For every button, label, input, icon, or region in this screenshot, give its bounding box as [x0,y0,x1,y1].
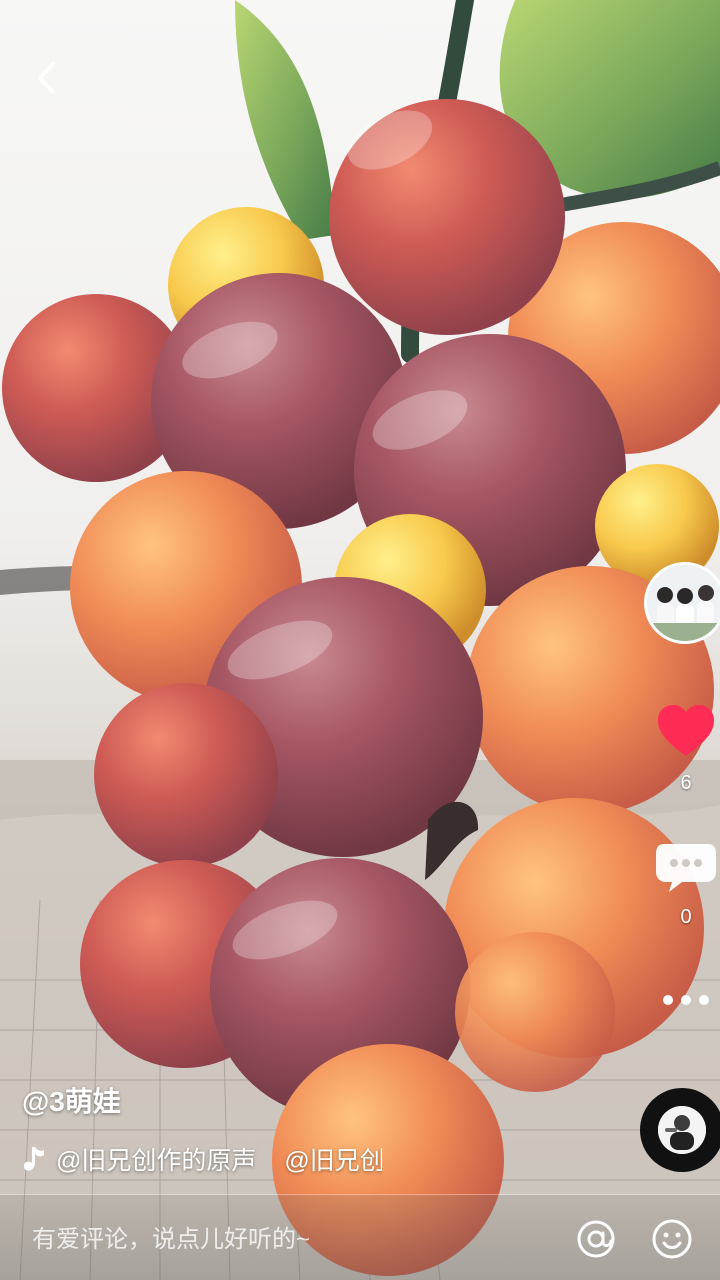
at-button[interactable] [574,1217,618,1261]
comment-bar [0,1195,720,1280]
music-title: @旧兄创作的原声 [56,1147,257,1175]
like-button[interactable] [654,700,718,764]
emoji-button[interactable] [650,1217,694,1261]
creator-avatar[interactable] [644,562,720,644]
heart-icon [658,705,714,756]
music-disc-button[interactable] [640,1088,720,1172]
comment-count: 0 [680,906,692,928]
music-note-icon [23,1147,44,1171]
back-button[interactable] [24,56,68,100]
music-info[interactable]: @旧兄创作的原声 @旧兄创 [22,1141,382,1177]
music-cover-avatar [658,1106,706,1154]
music-tag: @旧兄创 [284,1147,382,1175]
comment-input[interactable] [30,1219,544,1261]
music-cover-icon [658,1106,706,1154]
chevron-left-icon [38,62,55,94]
right-action-rail: 6 0 [620,0,720,1280]
like-count: 6 [680,772,692,794]
creator-username[interactable]: @3萌娃 [22,1080,121,1120]
at-icon [577,1220,615,1258]
comment-bubble-icon [656,844,716,892]
more-button[interactable] [658,988,714,1012]
comment-button[interactable] [654,834,718,898]
more-dots-icon [663,995,709,1005]
children-avatar-icon [647,565,720,641]
emoji-icon [652,1219,692,1259]
